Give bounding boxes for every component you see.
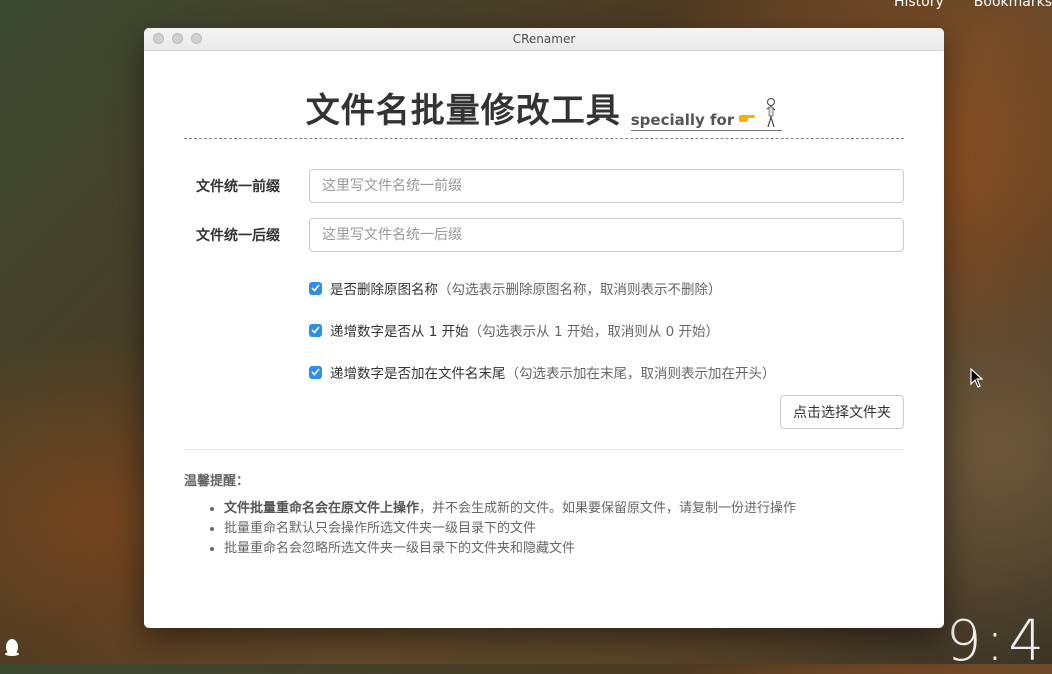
main-content: 文件名批量修改工具 specially for 文件统一前缀 这里写文件名统一前… <box>144 79 944 559</box>
page-header: 文件名批量修改工具 specially for <box>184 79 904 139</box>
tips-title: 温馨提醒： <box>184 474 250 489</box>
options-list: 是否删除原图名称 （勾选表示删除原图名称，取消则表示不删除） 递增数字是否从 1… <box>309 267 904 393</box>
suffix-row: 文件统一后缀 <box>184 218 904 252</box>
option-hint: （勾选表示从 1 开始，取消则从 0 开始） <box>468 324 720 340</box>
suffix-input[interactable] <box>309 218 904 252</box>
option-label: 递增数字是否从 1 开始 <box>330 324 469 340</box>
suffix-label: 文件统一后缀 <box>196 228 280 244</box>
subtitle-text: specially for <box>630 111 735 129</box>
menu-history[interactable]: History <box>894 0 944 10</box>
option-number-at-end[interactable]: 递增数字是否加在文件名末尾 （勾选表示加在末尾，取消则表示加在开头） <box>309 351 904 393</box>
page-subtitle: specially for <box>630 97 783 131</box>
app-window: CRenamer 文件名批量修改工具 specially for 文件统一前缀 … <box>144 28 944 628</box>
number-at-end-checkbox[interactable] <box>309 365 322 379</box>
tip-text: 批量重命名会忽略所选文件夹一级目录下的文件夹和隐藏文件 <box>224 541 576 556</box>
button-row: 点击选择文件夹 <box>184 395 904 429</box>
delete-original-name-checkbox[interactable] <box>309 281 322 295</box>
list-item: 批量重命名默认只会操作所选文件夹一级目录下的文件 <box>224 519 904 539</box>
tips-list: 文件批量重命名会在原文件上操作，并不会生成新的文件。如果要保留原文件，请复制一份… <box>184 499 904 559</box>
select-folder-button[interactable]: 点击选择文件夹 <box>780 395 904 429</box>
prefix-input[interactable] <box>309 169 904 203</box>
minimize-window-button[interactable] <box>172 33 183 44</box>
prefix-row: 文件统一前缀 <box>184 169 904 203</box>
mouse-cursor-icon <box>970 367 984 392</box>
window-controls <box>153 33 202 44</box>
zoom-window-button[interactable] <box>191 33 202 44</box>
tips-section: 温馨提醒： 文件批量重命名会在原文件上操作，并不会生成新的文件。如果要保留原文件… <box>184 470 904 559</box>
list-item: 批量重命名会忽略所选文件夹一级目录下的文件夹和隐藏文件 <box>224 539 904 559</box>
prefix-label: 文件统一前缀 <box>196 179 280 195</box>
option-start-from-one[interactable]: 递增数字是否从 1 开始 （勾选表示从 1 开始，取消则从 0 开始） <box>309 309 904 351</box>
desktop-clock: 9:4 <box>945 609 1048 674</box>
penguin-icon[interactable] <box>4 638 20 660</box>
option-hint: （勾选表示加在末尾，取消则表示加在开头） <box>505 366 776 382</box>
person-illustration-icon <box>760 97 782 129</box>
rename-form: 文件统一前缀 文件统一后缀 是否删除原图名称 （勾选表示删除原图名称，取消则表示… <box>184 169 904 429</box>
list-item: 文件批量重命名会在原文件上操作，并不会生成新的文件。如果要保留原文件，请复制一份… <box>224 499 904 519</box>
pointing-hand-icon <box>738 111 756 129</box>
option-label: 递增数字是否加在文件名末尾 <box>330 366 506 382</box>
tip-text: 批量重命名默认只会操作所选文件夹一级目录下的文件 <box>224 521 537 536</box>
tip-text: ，并不会生成新的文件。如果要保留原文件，请复制一份进行操作 <box>419 501 797 516</box>
menu-bookmarks[interactable]: Bookmarks <box>974 0 1052 10</box>
window-title: CRenamer <box>512 32 576 46</box>
page-title: 文件名批量修改工具 <box>305 91 621 131</box>
tip-bold-text: 文件批量重命名会在原文件上操作 <box>224 501 420 516</box>
section-divider <box>184 449 904 450</box>
option-delete-original-name[interactable]: 是否删除原图名称 （勾选表示删除原图名称，取消则表示不删除） <box>309 267 904 309</box>
option-hint: （勾选表示删除原图名称，取消则表示不删除） <box>438 282 722 298</box>
browser-menubar: History Bookmarks <box>894 0 1052 10</box>
start-from-one-checkbox[interactable] <box>309 323 322 337</box>
window-titlebar[interactable]: CRenamer <box>144 28 944 51</box>
option-label: 是否删除原图名称 <box>330 282 438 298</box>
close-window-button[interactable] <box>153 33 164 44</box>
